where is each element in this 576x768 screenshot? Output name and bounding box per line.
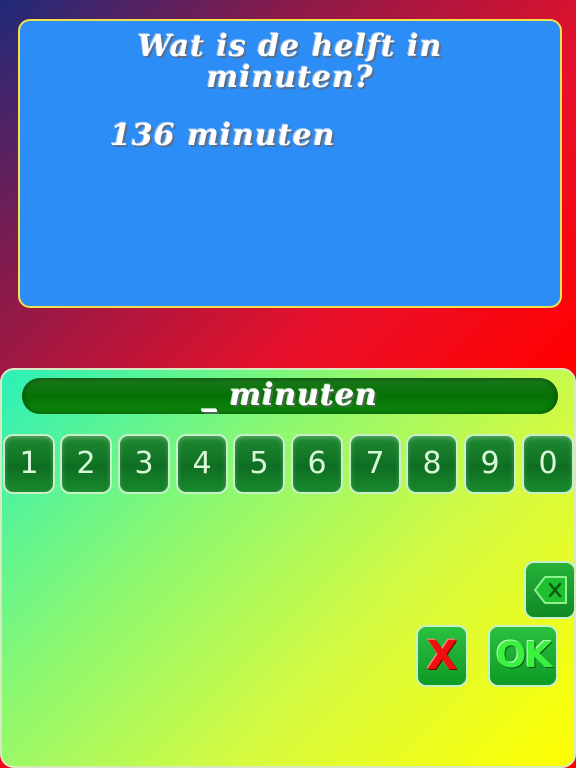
question-text: Wat is de helft in minuten? (20, 31, 560, 93)
backspace-button[interactable] (524, 561, 574, 619)
key-5[interactable]: 5 (233, 434, 285, 494)
question-line-1: Wat is de helft in (137, 29, 443, 64)
key-2[interactable]: 2 (60, 434, 112, 494)
key-0[interactable]: 0 (522, 434, 574, 494)
question-panel: Wat is de helft in minuten? 136 minuten (18, 19, 562, 308)
question-value: 136 minuten (110, 118, 336, 153)
key-8[interactable]: 8 (406, 434, 458, 494)
key-1[interactable]: 1 (3, 434, 55, 494)
ok-button[interactable]: OK (488, 625, 558, 687)
clear-button[interactable]: X (416, 625, 468, 687)
backspace-icon (534, 576, 567, 604)
key-7[interactable]: 7 (349, 434, 401, 494)
question-line-2: minuten? (206, 60, 374, 95)
clear-label: X (426, 633, 458, 679)
answer-panel: _ minuten 1 2 3 4 5 6 7 8 9 0 X OK (0, 368, 576, 768)
answer-display: _ minuten (22, 378, 558, 414)
key-6[interactable]: 6 (291, 434, 343, 494)
answer-text: _ minuten (202, 378, 378, 413)
key-3[interactable]: 3 (118, 434, 170, 494)
key-4[interactable]: 4 (176, 434, 228, 494)
ok-label: OK (495, 635, 553, 676)
key-9[interactable]: 9 (464, 434, 516, 494)
number-keypad: 1 2 3 4 5 6 7 8 9 0 (2, 434, 574, 496)
